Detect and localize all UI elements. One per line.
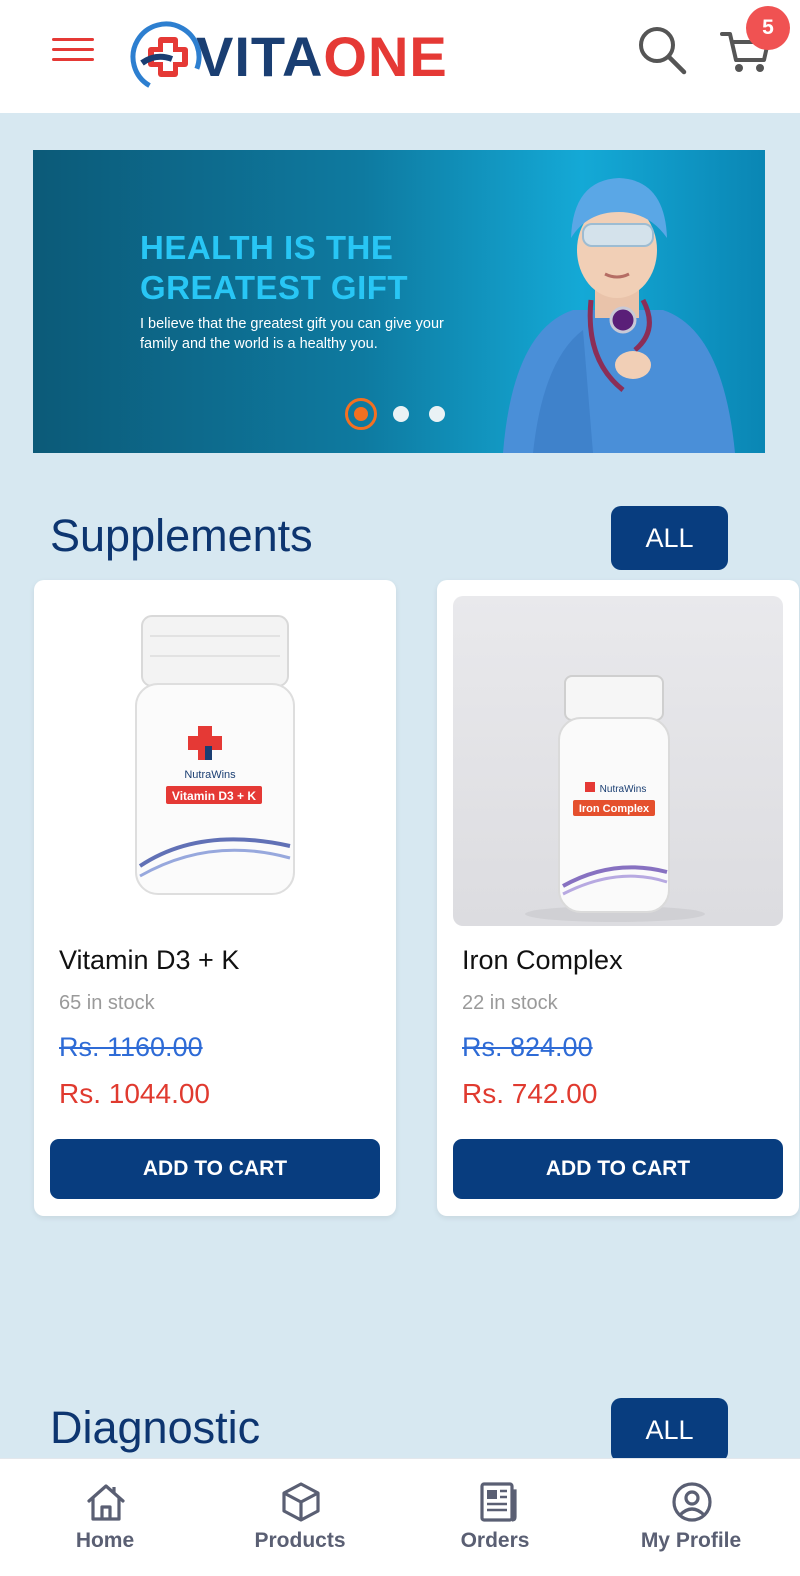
supplements-all-button[interactable]: ALL: [611, 506, 728, 570]
product-card[interactable]: NutraWins Vitamin D3 + K Vitamin D3 + K …: [34, 580, 396, 1216]
brand-logo[interactable]: VITAONE: [128, 18, 448, 96]
nav-item-my-profile[interactable]: My Profile: [591, 1459, 791, 1576]
doctor-image: [503, 178, 735, 453]
product-card[interactable]: NutraWins Iron Complex Iron Complex 22 i…: [437, 580, 799, 1216]
svg-text:NutraWins: NutraWins: [600, 784, 647, 795]
nav-label: Home: [75, 1529, 135, 1552]
nav-label: Products: [254, 1529, 346, 1552]
product-name[interactable]: Vitamin D3 + K: [59, 945, 239, 976]
nav-item-products[interactable]: Products: [200, 1459, 400, 1576]
product-price: Rs. 1044.00: [59, 1078, 210, 1109]
app-header: VITAONE 5: [0, 0, 800, 113]
cart-count-badge: 5: [746, 6, 790, 50]
product-name[interactable]: Iron Complex: [462, 945, 623, 976]
carousel-dots: [345, 398, 445, 430]
svg-text:Iron Complex: Iron Complex: [579, 803, 650, 815]
product-stock: 65 in stock: [59, 992, 155, 1014]
bottom-navigation: Home Products Orders My Profile: [0, 1458, 800, 1576]
banner-subtitle: I believe that the greatest gift you can…: [140, 316, 444, 352]
product-old-price: Rs. 824.00: [462, 1032, 593, 1062]
nav-label: My Profile: [640, 1529, 742, 1552]
section-title-diagnostic: Diagnostic: [50, 1402, 261, 1453]
user-circle-icon: [672, 1482, 712, 1522]
product-price: Rs. 742.00: [462, 1078, 598, 1109]
nav-item-home[interactable]: Home: [5, 1459, 205, 1576]
product-image: NutraWins Iron Complex: [453, 596, 783, 926]
add-to-cart-button[interactable]: ADD TO CART: [50, 1139, 380, 1199]
nav-label: Orders: [460, 1529, 530, 1552]
search-icon: [639, 27, 687, 75]
menu-icon: [52, 38, 94, 41]
diagnostic-all-button[interactable]: ALL: [611, 1398, 728, 1462]
promo-banner[interactable]: HEALTH IS THE GREATEST GIFT I believe th…: [33, 150, 765, 453]
section-title-supplements: Supplements: [50, 510, 313, 561]
nav-item-orders[interactable]: Orders: [395, 1459, 595, 1576]
svg-text:Vitamin D3 + K: Vitamin D3 + K: [172, 789, 256, 803]
banner-title: HEALTH IS THE GREATEST GIFT: [140, 229, 409, 306]
home-icon: [87, 1484, 125, 1521]
box-icon: [282, 1482, 320, 1522]
product-image: NutraWins Vitamin D3 + K: [50, 596, 380, 926]
logo-cross-icon: [130, 21, 202, 93]
search-button[interactable]: [636, 24, 688, 76]
newspaper-icon: [480, 1482, 517, 1522]
carousel-dot-1[interactable]: [345, 398, 377, 430]
svg-text:NutraWins: NutraWins: [184, 769, 236, 781]
product-stock: 22 in stock: [462, 992, 558, 1014]
product-old-price: Rs. 1160.00: [59, 1032, 203, 1062]
logo-text: VITAONE: [196, 25, 448, 88]
menu-button[interactable]: [52, 38, 94, 62]
carousel-dot-3[interactable]: [429, 406, 445, 422]
carousel-dot-2[interactable]: [393, 406, 409, 422]
add-to-cart-button[interactable]: ADD TO CART: [453, 1139, 783, 1199]
